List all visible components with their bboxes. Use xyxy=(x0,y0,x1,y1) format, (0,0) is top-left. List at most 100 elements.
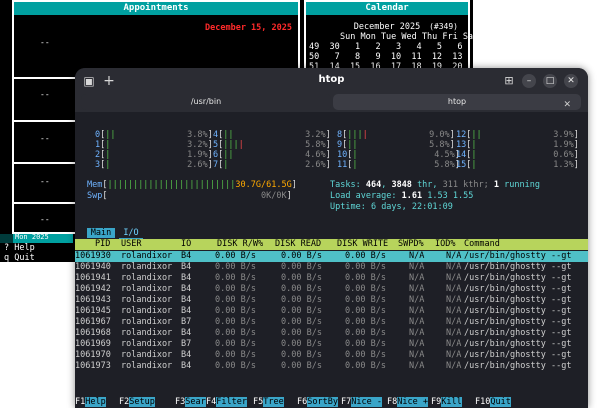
tab-bar: /usr/bin htop ✕ xyxy=(75,94,588,112)
mem-meter: Mem[|||||||||||||||||||||||||30.7G/61.5G… xyxy=(87,180,297,190)
fkey-filter[interactable]: F4Filter xyxy=(206,396,247,408)
row-disk-read: 0.00 B/s xyxy=(281,328,322,338)
row-disk-rw: 0.00 B/s xyxy=(215,328,256,338)
function-key-bar: F1Help F2Setup F3Search F4Filter F5Tree F6Sor… xyxy=(75,396,588,408)
col-pid[interactable]: PID xyxy=(95,239,110,250)
close-icon[interactable]: ✕ xyxy=(564,74,578,88)
row-iod: N/A xyxy=(446,361,462,371)
row-pid: 1061943 xyxy=(75,295,111,305)
row-command: /usr/bin/ghostty --gt xyxy=(464,306,572,316)
status-bar: Mon 2025 xyxy=(13,233,73,243)
col-disk-read[interactable]: DISK READ xyxy=(275,239,321,250)
row-disk-rw: 0.00 B/s xyxy=(215,339,256,349)
swap-meter: Swp[ 0K/0K] xyxy=(87,191,292,201)
tab-htop[interactable]: htop ✕ xyxy=(333,94,581,110)
cpu-meter: 13[| 1.9%] xyxy=(456,140,579,150)
help-hint[interactable]: ? Help xyxy=(4,243,35,253)
row-command: /usr/bin/ghostty --gt xyxy=(464,273,572,283)
row-swpd: N/A xyxy=(409,317,425,327)
fkey-nice[interactable]: F7Nice - xyxy=(341,396,382,408)
row-pid: 1061930 xyxy=(75,251,111,261)
table-row[interactable]: 1061970 rolandixor B4 0.00 B/s 0.00 B/s 0.00 … xyxy=(75,350,588,361)
row-pid: 1061973 xyxy=(75,361,111,371)
row-disk-rw: 0.00 B/s xyxy=(215,317,256,327)
table-row[interactable]: 1061941 rolandixor B4 0.00 B/s 0.00 B/s 0.00 … xyxy=(75,273,588,284)
row-disk-read: 0.00 B/s xyxy=(281,251,322,261)
table-row[interactable]: 1061943 rolandixor B4 0.00 B/s 0.00 B/s 0.00 … xyxy=(75,295,588,306)
row-swpd: N/A xyxy=(409,328,425,338)
appointment-slot[interactable]: -- xyxy=(14,24,298,64)
row-command: /usr/bin/ghostty --gt xyxy=(464,328,572,338)
table-row[interactable]: 1061968 rolandixor B4 0.00 B/s 0.00 B/s 0.00 … xyxy=(75,328,588,339)
fkey-kill[interactable]: F9Kill xyxy=(431,396,462,408)
col-user[interactable]: USER xyxy=(121,239,141,250)
calendar-id: (#349) xyxy=(429,22,458,31)
col-io[interactable]: IO xyxy=(181,239,191,250)
table-row[interactable]: 1061969 rolandixor B7 0.00 B/s 0.00 B/s 0.00 … xyxy=(75,339,588,350)
fkey-sortby[interactable]: F6SortBy xyxy=(297,396,338,408)
row-disk-rw: 0.00 B/s xyxy=(215,295,256,305)
calendar-week-row[interactable]: 50 7 8 9 10 11 12 13 xyxy=(309,52,463,62)
status-bar-edge xyxy=(0,234,13,243)
fkey-setup[interactable]: F2Setup xyxy=(119,396,155,408)
row-command: /usr/bin/ghostty --gt xyxy=(464,361,572,371)
cpu-meter: 12[|| 3.9%] xyxy=(456,130,579,140)
row-disk-read: 0.00 B/s xyxy=(281,284,322,294)
col-disk-rw[interactable]: DISK R/W% xyxy=(217,239,263,250)
quit-hint[interactable]: q Quit xyxy=(4,253,35,263)
row-disk-write: 0.00 B/s xyxy=(345,328,386,338)
table-row[interactable]: 1061973 rolandixor B4 0.00 B/s 0.00 B/s 0.00 … xyxy=(75,361,588,372)
col-command[interactable]: Command xyxy=(464,239,500,250)
col-swpd[interactable]: SWPD% xyxy=(398,239,424,250)
row-io: B7 xyxy=(181,339,192,349)
row-command: /usr/bin/ghostty --gt xyxy=(464,317,572,327)
maximize-icon[interactable]: □ xyxy=(543,74,557,88)
row-command: /usr/bin/ghostty --gt xyxy=(464,251,572,261)
row-io: B4 xyxy=(181,361,192,371)
htop-terminal[interactable]: 0[|| 3.8%] 1[| 3.2%] 2[| 1.9%] 3[| 2.6%] 4[|… xyxy=(75,112,588,408)
row-user: rolandixor xyxy=(121,251,173,261)
row-user: rolandixor xyxy=(121,328,173,338)
row-iod: N/A xyxy=(446,262,462,272)
tab-usr-bin[interactable]: /usr/bin xyxy=(81,94,331,110)
table-row[interactable]: 1061945 rolandixor B4 0.00 B/s 0.00 B/s 0.00 … xyxy=(75,306,588,317)
table-row[interactable]: 1061967 rolandixor B7 0.00 B/s 0.00 B/s 0.00 … xyxy=(75,317,588,328)
tab-io[interactable]: I/O xyxy=(119,228,143,239)
calendar-week-row[interactable]: 49 30 1 2 3 4 5 6 xyxy=(309,42,463,52)
close-tab-icon[interactable]: ✕ xyxy=(563,97,571,113)
cpu-meter: 1[| 3.2%] xyxy=(95,140,213,150)
row-io: B4 xyxy=(181,328,192,338)
fkey-nice[interactable]: F8Nice + xyxy=(387,396,428,408)
cpu-meter: 14[| 0.6%] xyxy=(456,150,579,160)
row-disk-write: 0.00 B/s xyxy=(345,361,386,371)
row-pid: 1061942 xyxy=(75,284,111,294)
row-swpd: N/A xyxy=(409,284,425,294)
cpu-meter: 0[|| 3.8%] xyxy=(95,130,213,140)
row-disk-read: 0.00 B/s xyxy=(281,273,322,283)
fkey-quit[interactable]: F10Quit xyxy=(475,396,511,408)
row-disk-read: 0.00 B/s xyxy=(281,262,322,272)
row-command: /usr/bin/ghostty --gt xyxy=(464,350,572,360)
minimize-icon[interactable]: – xyxy=(522,74,536,88)
row-disk-write: 0.00 B/s xyxy=(345,251,386,261)
row-disk-read: 0.00 B/s xyxy=(281,295,322,305)
col-disk-write[interactable]: DISK WRITE xyxy=(337,239,388,250)
table-row[interactable]: 1061930 rolandixor B4 0.00 B/s 0.00 B/s 0.00 … xyxy=(75,251,588,262)
col-iod[interactable]: IOD% xyxy=(435,239,455,250)
row-user: rolandixor xyxy=(121,306,173,316)
row-disk-write: 0.00 B/s xyxy=(345,339,386,349)
row-iod: N/A xyxy=(446,295,462,305)
row-iod: N/A xyxy=(446,317,462,327)
fkey-help[interactable]: F1Help xyxy=(75,396,106,408)
fkey-tree[interactable]: F5Tree xyxy=(253,396,284,408)
row-pid: 1061968 xyxy=(75,328,111,338)
row-iod: N/A xyxy=(446,251,462,261)
cpu-meter: 10[| 4.5%] xyxy=(337,150,460,160)
table-row[interactable]: 1061942 rolandixor B4 0.00 B/s 0.00 B/s 0.00 … xyxy=(75,284,588,295)
tab-main[interactable]: Main xyxy=(87,228,115,238)
table-row[interactable]: 1061940 rolandixor B4 0.00 B/s 0.00 B/s 0.00 … xyxy=(75,262,588,273)
row-iod: N/A xyxy=(446,350,462,360)
tab-overview-icon[interactable]: ⊞ xyxy=(503,75,515,87)
calendar-title: Calendar xyxy=(306,2,468,15)
row-io: B4 xyxy=(181,262,192,272)
